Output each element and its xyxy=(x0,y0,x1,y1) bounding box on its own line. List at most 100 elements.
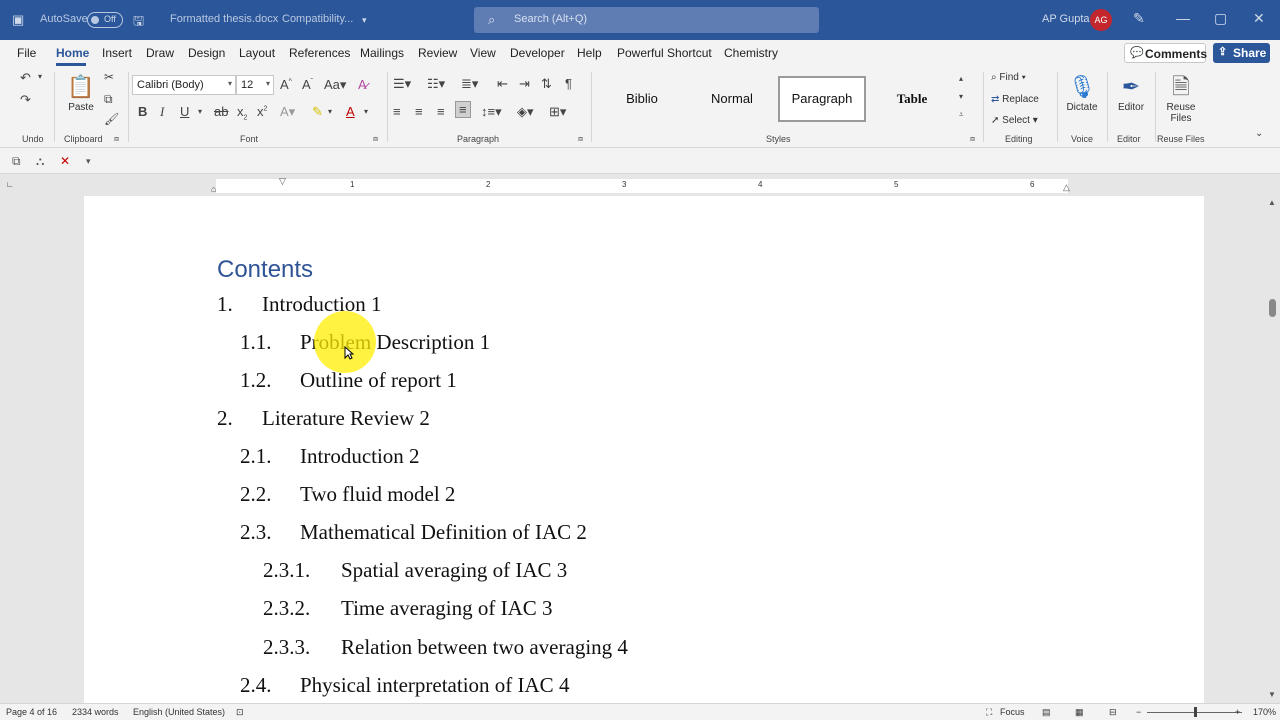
shrink-font-icon[interactable]: Aˇ xyxy=(302,77,313,92)
tab-home[interactable]: Home xyxy=(56,46,89,60)
scroll-up-icon[interactable]: ▲ xyxy=(1268,198,1276,207)
toc-entry[interactable]: 2.3.2. Time averaging of IAC 3 xyxy=(263,596,783,622)
increase-indent-icon[interactable]: ⇥ xyxy=(519,76,530,92)
underline-icon[interactable]: U xyxy=(180,104,189,119)
document-name[interactable]: Formatted thesis.docx xyxy=(170,13,278,25)
toc-entry[interactable]: 2. Literature Review 2 xyxy=(217,406,717,432)
tab-chemistry[interactable]: Chemistry xyxy=(724,46,778,60)
toc-entry[interactable]: 2.2. Two fluid model 2 xyxy=(240,482,740,508)
pen-icon[interactable]: ✎ xyxy=(1133,10,1145,27)
accessibility-icon[interactable]: ⊡ xyxy=(236,707,244,718)
redo-icon[interactable]: ↷ xyxy=(20,92,31,108)
font-size-select[interactable]: 12 ▾ xyxy=(236,75,274,95)
tab-view[interactable]: View xyxy=(470,46,496,60)
web-layout-icon[interactable]: ⊟ xyxy=(1109,707,1117,718)
zoom-in-icon[interactable]: + xyxy=(1235,707,1240,717)
copy-icon[interactable]: ⧉ xyxy=(104,92,113,107)
style-paragraph[interactable]: Paragraph xyxy=(778,76,866,122)
page-count[interactable]: Page 4 of 16 xyxy=(6,707,57,717)
horizontal-ruler[interactable]: ∟ 1 2 3 4 5 6 ▽ ⌂ △ xyxy=(0,176,1280,196)
focus-label[interactable]: Focus xyxy=(1000,707,1025,717)
chevron-down-icon[interactable]: ▾ xyxy=(364,107,368,116)
bold-icon[interactable]: B xyxy=(138,104,147,119)
undo-icon[interactable]: ↶ xyxy=(20,70,31,86)
tab-design[interactable]: Design xyxy=(188,46,225,60)
tab-references[interactable]: References xyxy=(289,46,350,60)
toc-entry[interactable]: 2.4. Physical interpretation of IAC 4 xyxy=(240,673,740,699)
tab-powerful-shortcut[interactable]: Powerful Shortcut xyxy=(617,46,712,60)
styles-scroll-up-icon[interactable]: ▴ xyxy=(959,74,963,83)
copy-format-icon[interactable]: ⧉ xyxy=(12,154,21,169)
italic-icon[interactable]: I xyxy=(160,104,164,120)
tab-mailings[interactable]: Mailings xyxy=(360,46,404,60)
align-right-icon[interactable]: ≡ xyxy=(437,104,445,119)
tab-developer[interactable]: Developer xyxy=(510,46,565,60)
undo-dropdown-icon[interactable]: ▾ xyxy=(38,72,42,81)
zoom-level[interactable]: 170% xyxy=(1253,707,1276,717)
chevron-down-icon[interactable]: ▾ xyxy=(328,107,332,116)
scroll-down-icon[interactable]: ▼ xyxy=(1268,690,1276,699)
dictate-button[interactable]: 🎙 Dictate xyxy=(1062,72,1102,113)
search-box[interactable]: ⌕ Search (Alt+Q) xyxy=(474,7,819,33)
zoom-slider-thumb[interactable] xyxy=(1194,707,1197,717)
tab-insert[interactable]: Insert xyxy=(102,46,132,60)
vertical-scrollbar[interactable]: ▲ ▼ xyxy=(1266,196,1280,706)
hierarchy-icon[interactable]: ⛬ xyxy=(36,154,44,169)
focus-icon[interactable]: ⛶ xyxy=(986,707,992,718)
chevron-down-icon[interactable]: ▾ xyxy=(198,107,202,116)
line-spacing-icon[interactable]: ↕≡▾ xyxy=(481,104,502,120)
language-indicator[interactable]: English (United States) xyxy=(133,707,225,717)
text-effects-icon[interactable]: A▾ xyxy=(280,104,295,120)
styles-more-icon[interactable]: ⩡ xyxy=(959,110,964,120)
toc-entry[interactable]: 2.3.1. Spatial averaging of IAC 3 xyxy=(263,558,783,584)
left-indent-marker[interactable]: ⌂ xyxy=(211,184,216,194)
style-biblio[interactable]: Biblio xyxy=(598,76,686,122)
minimize-icon[interactable]: — xyxy=(1176,10,1190,26)
word-count[interactable]: 2334 words xyxy=(72,707,119,717)
grow-font-icon[interactable]: A^ xyxy=(280,77,292,92)
first-line-indent-marker[interactable]: ▽ xyxy=(279,176,286,187)
scrollbar-thumb[interactable] xyxy=(1269,299,1276,317)
editor-button[interactable]: ✒ Editor xyxy=(1113,72,1149,113)
sort-icon[interactable]: ⇅ xyxy=(541,76,552,92)
align-left-icon[interactable]: ≡ xyxy=(393,104,401,119)
font-color-icon[interactable]: A xyxy=(346,104,355,119)
customize-toolbar-icon[interactable]: ▾ xyxy=(86,156,91,167)
shading-icon[interactable]: ◈▾ xyxy=(517,104,534,120)
highlighter-icon[interactable]: ✎ xyxy=(312,104,323,120)
toc-entry[interactable]: 2.3. Mathematical Definition of IAC 2 xyxy=(240,520,740,546)
justify-icon[interactable]: ≡ xyxy=(455,101,471,118)
tab-file[interactable]: File xyxy=(17,46,36,60)
toc-entry[interactable]: 1. Introduction 1 xyxy=(217,292,717,318)
tab-draw[interactable]: Draw xyxy=(146,46,174,60)
align-center-icon[interactable]: ≡ xyxy=(415,104,423,119)
save-icon[interactable]: 🖫 xyxy=(133,12,144,34)
numbering-icon[interactable]: ☷▾ xyxy=(427,76,445,92)
tab-review[interactable]: Review xyxy=(418,46,457,60)
font-launcher-icon[interactable]: ⧈ xyxy=(373,134,378,144)
tab-layout[interactable]: Layout xyxy=(239,46,275,60)
right-indent-marker[interactable]: △ xyxy=(1063,182,1070,193)
format-painter-icon[interactable]: 🖌 xyxy=(104,112,119,126)
read-mode-icon[interactable]: ▤ xyxy=(1042,707,1051,718)
tab-selector-icon[interactable]: ∟ xyxy=(6,180,14,189)
avatar[interactable]: AG xyxy=(1090,9,1112,31)
select-button[interactable]: ➚ Select ▾ xyxy=(991,115,1038,126)
decrease-indent-icon[interactable]: ⇤ xyxy=(497,76,508,92)
document-page[interactable]: Contents 1. Introduction 1 1.1. Problem … xyxy=(84,196,1204,706)
bullets-icon[interactable]: ☰▾ xyxy=(393,76,411,92)
superscript-icon[interactable]: x2 xyxy=(257,104,267,119)
share-button[interactable]: ⇪ Share xyxy=(1213,43,1270,63)
restore-icon[interactable]: ▢ xyxy=(1214,10,1227,27)
zoom-out-icon[interactable]: − xyxy=(1136,707,1141,717)
reuse-files-button[interactable]: 🗎 Reuse Files xyxy=(1159,72,1203,124)
show-formatting-icon[interactable]: ¶ xyxy=(565,76,572,91)
tab-help[interactable]: Help xyxy=(577,46,602,60)
borders-icon[interactable]: ⊞▾ xyxy=(549,104,566,120)
subscript-icon[interactable]: x2 xyxy=(237,104,247,122)
comments-button[interactable]: 💬 Comments xyxy=(1124,43,1207,63)
styles-launcher-icon[interactable]: ⧈ xyxy=(970,134,975,144)
change-case-icon[interactable]: Aa▾ xyxy=(324,77,346,93)
clear-formatting-icon[interactable]: A̷ xyxy=(358,77,367,92)
delete-icon[interactable]: ✕ xyxy=(60,154,70,168)
